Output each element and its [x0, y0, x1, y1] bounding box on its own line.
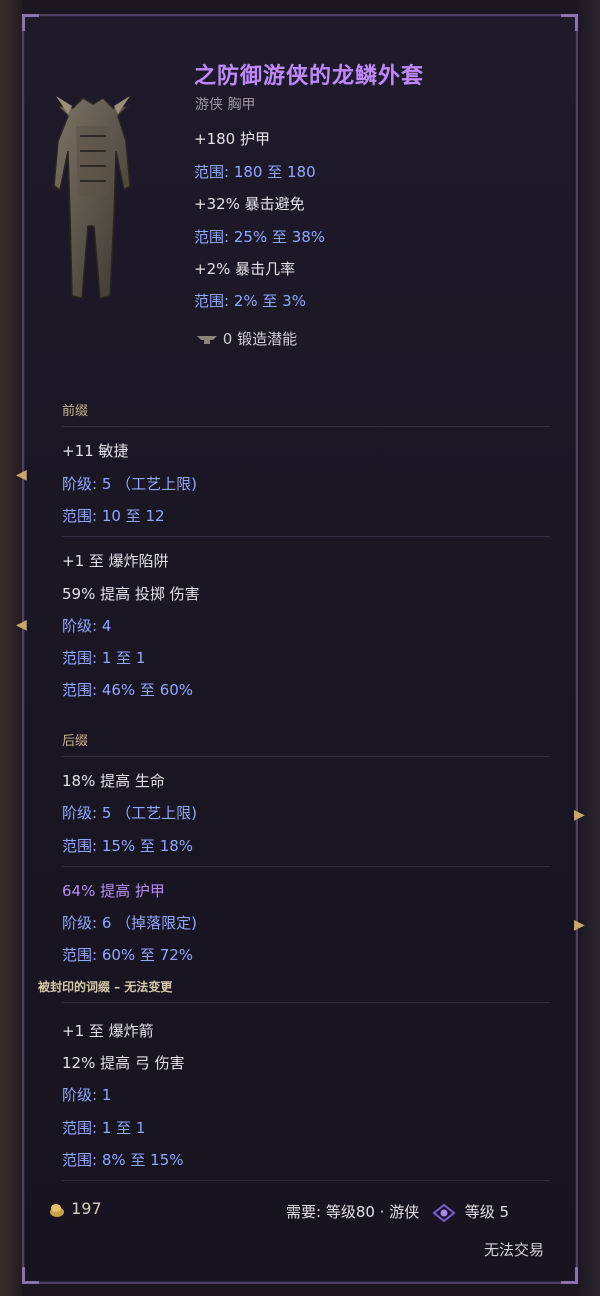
affix-range: 范围: 1 至 1: [62, 649, 146, 667]
corner-ornament: [561, 14, 578, 31]
affix-stat[interactable]: +1 至 爆炸陷阱: [62, 550, 169, 571]
side-arrow-icon: ▶: [574, 807, 585, 823]
sealed-affix-header: 被封印的词缀 – 无法变更: [38, 980, 173, 994]
requirement-row: 需要: 等级80 · 游侠 等级 5: [286, 1201, 509, 1223]
prefix-header: 前缀: [62, 404, 89, 419]
item-tooltip-panel: ◀ ◀ ▶ ▶ 之防御游侠的龙鳞外套 游侠 胸甲 +180 护甲 范围: 180…: [16, 14, 585, 1284]
implicit-range: 范围: 180 至 180: [194, 163, 316, 181]
item-type: 游侠 胸甲: [195, 97, 256, 113]
corner-ornament: [561, 1267, 578, 1284]
divider: [62, 866, 550, 867]
divider: [62, 426, 550, 427]
affix-stat[interactable]: +1 至 爆炸箭: [62, 1020, 154, 1041]
forge-anvil-icon: [197, 335, 217, 344]
affix-range: 范围: 10 至 12: [62, 507, 165, 525]
untradable-label: 无法交易: [484, 1241, 545, 1259]
affix-tier: 阶级: 1: [62, 1086, 112, 1104]
affix-stat[interactable]: 59% 提高 投掷 伤害: [62, 583, 200, 604]
armor-image[interactable]: [38, 86, 148, 316]
affix-range: 范围: 15% 至 18%: [62, 837, 194, 855]
background-left: [0, 0, 22, 1296]
affix-tier: 阶级: 5 （工艺上限): [62, 475, 197, 493]
divider: [62, 1002, 550, 1003]
requirement-text: 需要: 等级80 · 游侠: [286, 1203, 420, 1221]
gold-value: 197: [48, 1199, 102, 1218]
gold-coin-icon: [50, 1203, 64, 1217]
affix-tier: 阶级: 6 （掉落限定): [62, 914, 197, 932]
affix-stat[interactable]: 12% 提高 弓 伤害: [62, 1052, 185, 1073]
affix-range: 范围: 1 至 1: [62, 1119, 146, 1137]
item-name: 之防御游侠的龙鳞外套: [194, 64, 425, 89]
side-arrow-icon: ▶: [574, 917, 585, 933]
implicit-stat: +2% 暴击几率: [194, 260, 296, 278]
forging-potential-value: 0 锻造潜能: [222, 330, 298, 348]
corner-ornament: [22, 1267, 39, 1284]
gold-amount: 197: [71, 1199, 102, 1218]
affix-tier: 阶级: 4: [62, 617, 112, 635]
legendary-rank-icon: [432, 1203, 456, 1222]
affix-range: 范围: 46% 至 60%: [62, 681, 194, 699]
affix-stat[interactable]: 64% 提高 护甲: [62, 880, 165, 901]
side-arrow-icon: ◀: [16, 617, 27, 633]
background-right: [578, 0, 600, 1296]
forging-potential: 0 锻造潜能: [196, 328, 297, 349]
legendary-level: 等级 5: [464, 1203, 510, 1221]
divider: [62, 756, 550, 757]
affix-stat[interactable]: +11 敏捷: [62, 440, 128, 461]
affix-tier: 阶级: 5 （工艺上限): [62, 804, 197, 822]
affix-range: 范围: 8% 至 15%: [62, 1151, 184, 1169]
divider: [62, 1180, 550, 1181]
implicit-stat: +180 护甲: [194, 130, 270, 148]
implicit-range: 范围: 25% 至 38%: [194, 228, 326, 246]
suffix-header: 后缀: [62, 734, 89, 749]
divider: [62, 536, 550, 537]
corner-ornament: [22, 14, 39, 31]
side-arrow-icon: ◀: [16, 467, 27, 483]
affix-range: 范围: 60% 至 72%: [62, 946, 194, 964]
affix-stat[interactable]: 18% 提高 生命: [62, 770, 165, 791]
implicit-stat: +32% 暴击避免: [194, 195, 305, 213]
implicit-range: 范围: 2% 至 3%: [194, 292, 306, 310]
